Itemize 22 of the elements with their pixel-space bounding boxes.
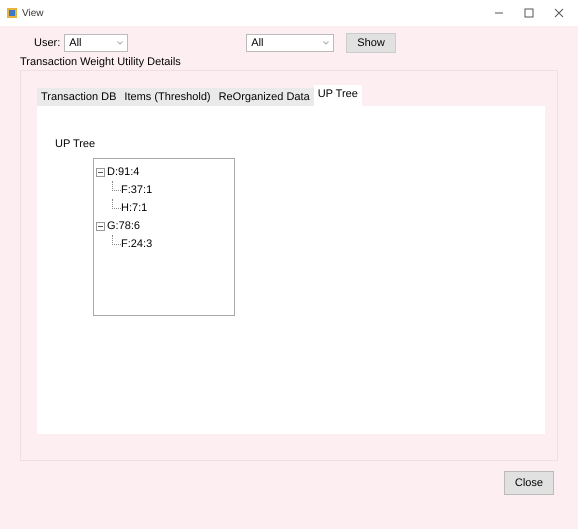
window-title: View [22,8,44,18]
tree-node[interactable]: D:91:4 [107,166,140,178]
tree-label: UP Tree [55,138,96,150]
tree-node[interactable]: F:24:3 [121,238,152,250]
group-title: Transaction Weight Utility Details [20,56,182,68]
close-button[interactable]: Close [504,471,554,495]
user-label: User: [34,37,60,49]
tab[interactable]: Transaction DB [37,88,120,106]
tab[interactable]: UP Tree [314,85,362,106]
tab[interactable]: ReOrganized Data [214,88,314,106]
show-button[interactable]: Show [346,33,396,53]
filter-dropdown[interactable]: All [246,34,334,52]
collapse-icon[interactable] [96,168,105,176]
tree-node[interactable]: F:37:1 [121,184,152,196]
tree-node[interactable]: G:78:6 [107,220,140,232]
user-dropdown[interactable]: All [64,34,128,52]
tab[interactable]: Items (Threshold) [120,88,215,106]
caret-icon [323,41,330,45]
collapse-icon[interactable] [96,222,105,230]
caret-icon [117,41,124,45]
app-icon [6,7,18,19]
tree-node[interactable]: H:7:1 [121,202,148,214]
